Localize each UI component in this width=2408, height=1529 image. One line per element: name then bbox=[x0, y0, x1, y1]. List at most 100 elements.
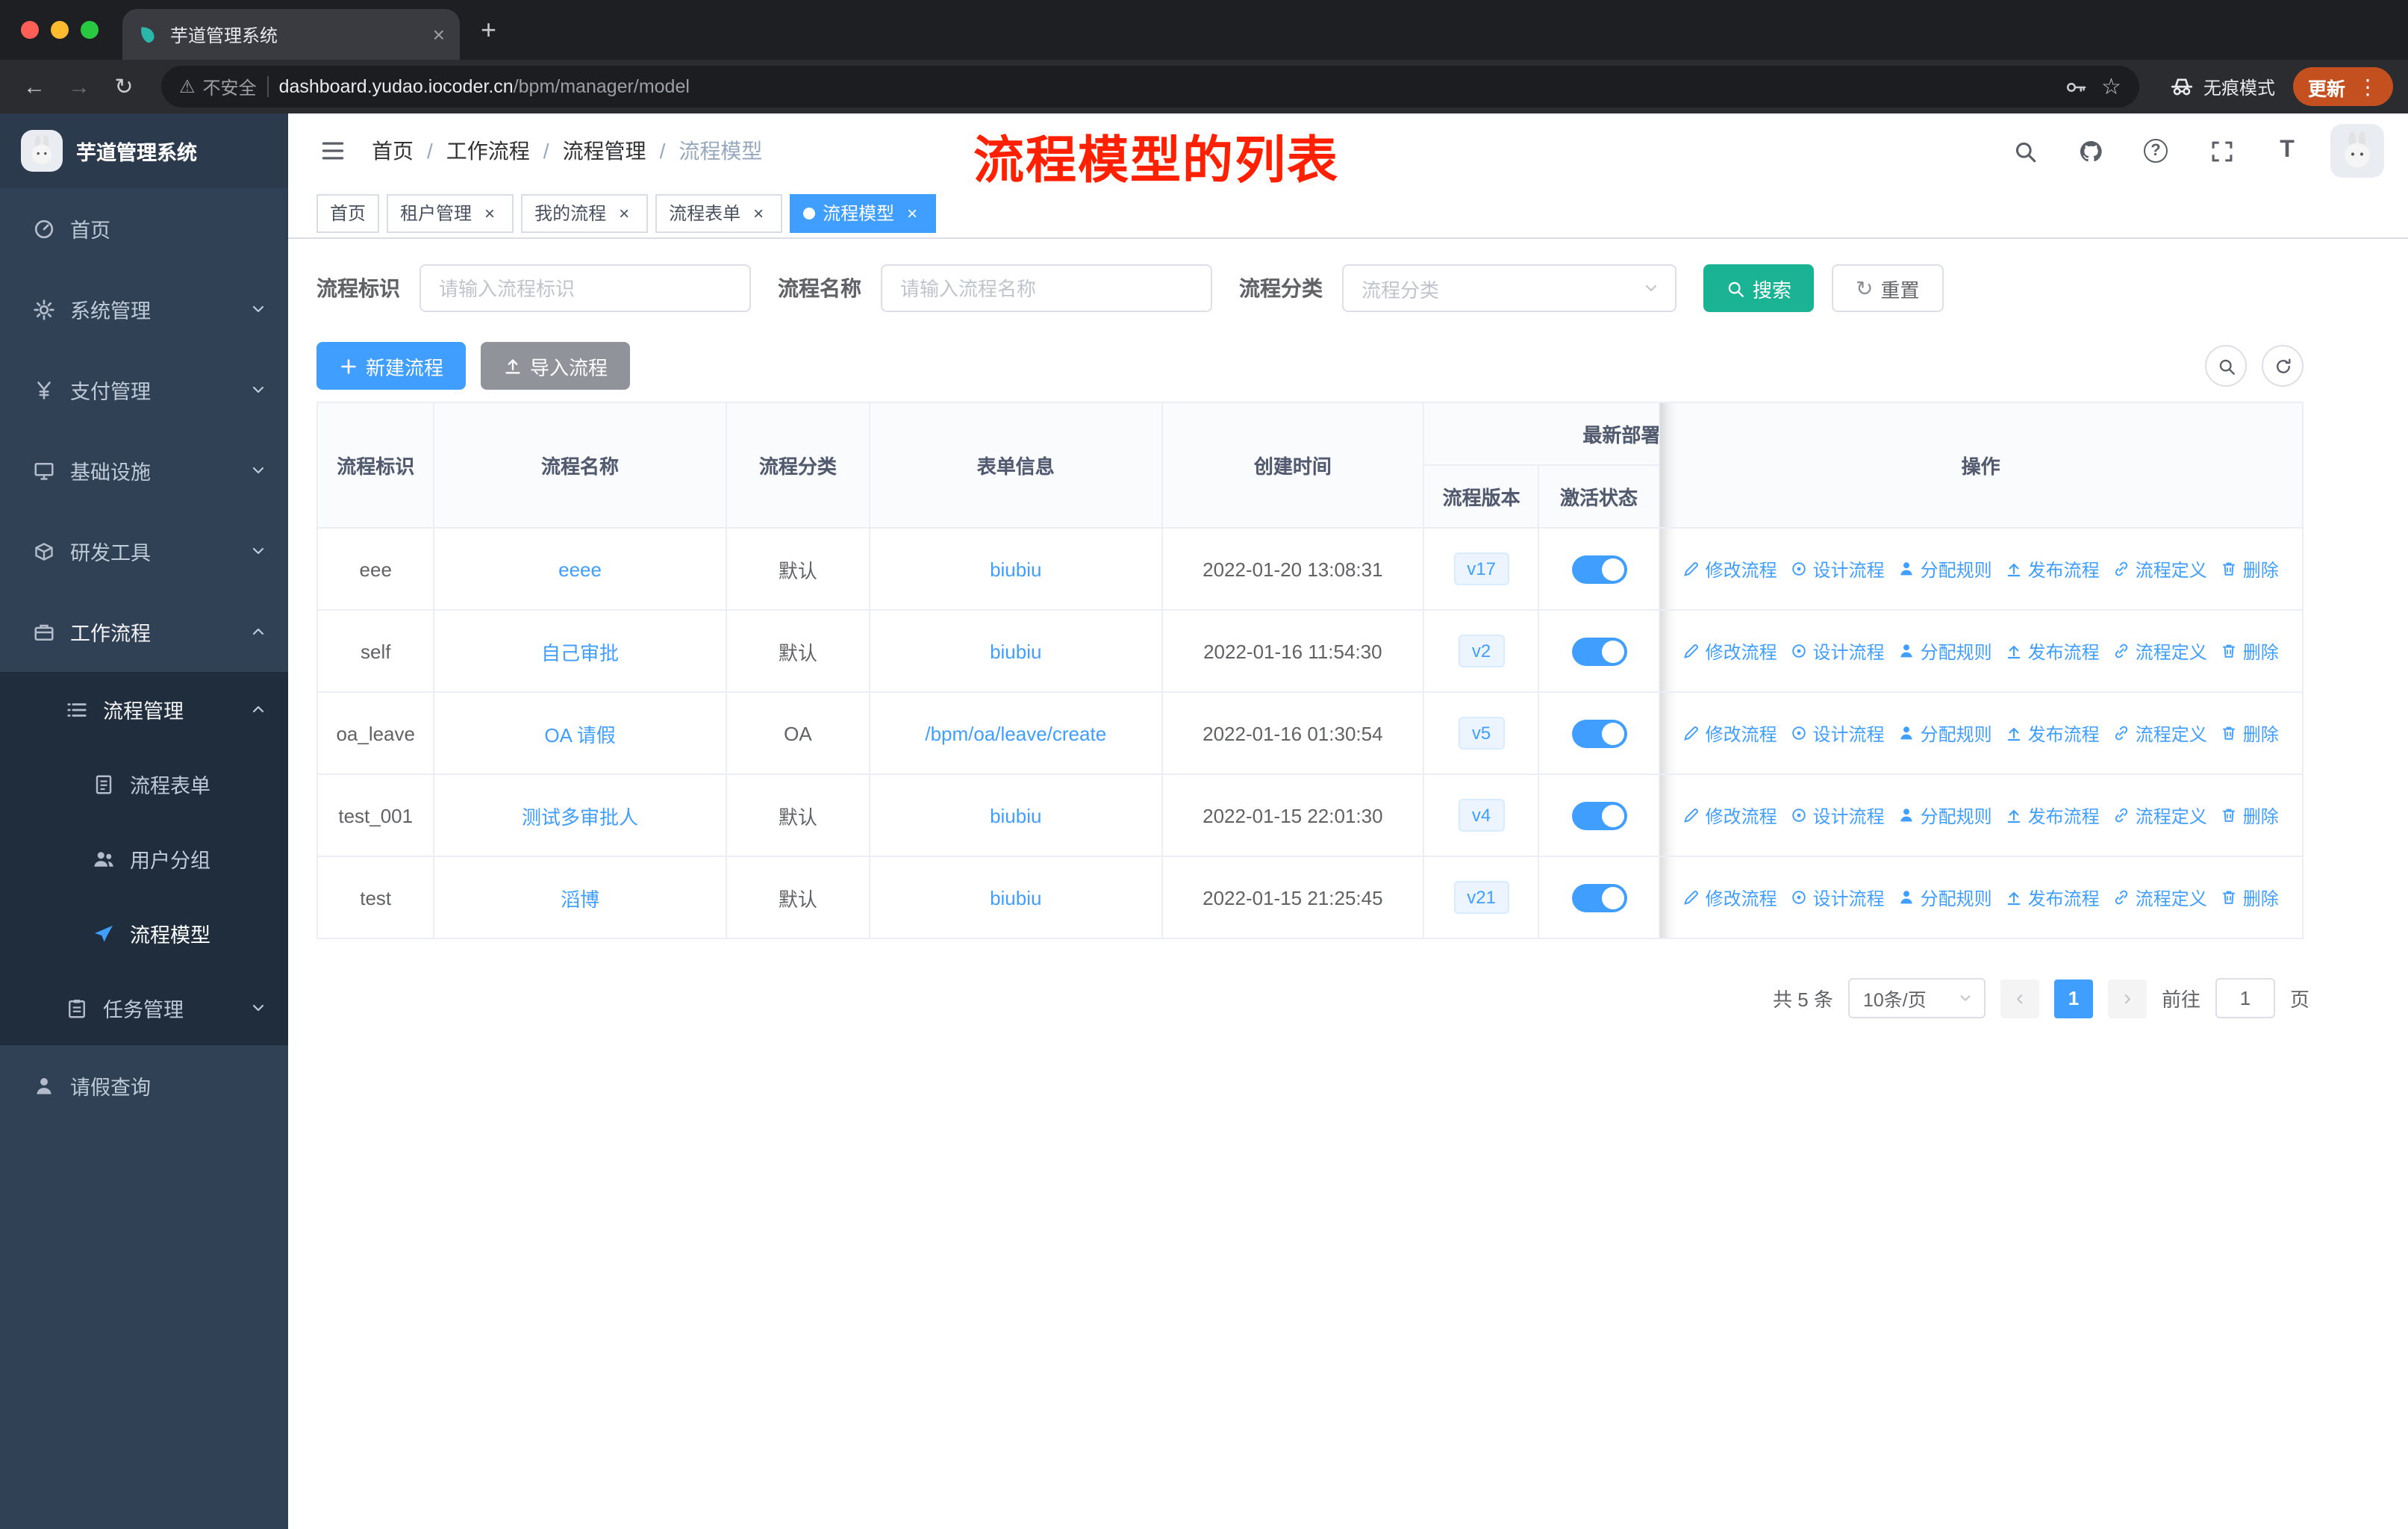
active-toggle[interactable] bbox=[1571, 801, 1627, 829]
sidebar-logo[interactable]: 芋道管理系统 bbox=[0, 113, 288, 188]
process-definition-link[interactable]: 流程定义 bbox=[2113, 803, 2207, 828]
browser-update-button[interactable]: 更新 ⋮ bbox=[2292, 67, 2393, 106]
assign-rule-link[interactable]: 分配规则 bbox=[1898, 885, 1992, 910]
process-definition-link[interactable]: 流程定义 bbox=[2113, 556, 2207, 582]
sidebar-item-home[interactable]: 首页 bbox=[0, 188, 288, 269]
delete-process-link[interactable]: 删除 bbox=[2221, 556, 2279, 582]
bookmark-star-icon[interactable]: ☆ bbox=[2101, 73, 2121, 100]
form-info-link[interactable]: biubiu bbox=[990, 804, 1041, 826]
browser-tab[interactable]: 芋道管理系统 × bbox=[122, 9, 460, 60]
process-definition-link[interactable]: 流程定义 bbox=[2113, 885, 2207, 910]
refresh-table-button[interactable] bbox=[2262, 345, 2303, 387]
window-close-button[interactable] bbox=[21, 21, 39, 39]
address-bar[interactable]: ⚠ 不安全 dashboard.yudao.iocoder.cn/bpm/man… bbox=[161, 66, 2139, 108]
design-process-link[interactable]: 设计流程 bbox=[1791, 638, 1885, 664]
design-process-link[interactable]: 设计流程 bbox=[1791, 720, 1885, 746]
process-name-link[interactable]: OA 请假 bbox=[544, 723, 615, 746]
publish-process-link[interactable]: 发布流程 bbox=[2006, 803, 2100, 828]
user-avatar[interactable] bbox=[2330, 124, 2384, 178]
sidebar-item-process-form[interactable]: 流程表单 bbox=[0, 747, 288, 821]
active-toggle[interactable] bbox=[1571, 883, 1627, 912]
edit-process-link[interactable]: 修改流程 bbox=[1683, 720, 1777, 746]
password-key-icon[interactable] bbox=[2064, 75, 2086, 98]
active-toggle[interactable] bbox=[1571, 555, 1627, 583]
tag-home[interactable]: 首页 bbox=[316, 193, 380, 232]
sidebar-item-leave-query[interactable]: 请假查询 bbox=[0, 1045, 288, 1126]
form-info-link[interactable]: biubiu bbox=[990, 640, 1041, 662]
design-process-link[interactable]: 设计流程 bbox=[1791, 885, 1885, 910]
tag-process-model-active[interactable]: 流程模型 × bbox=[790, 193, 937, 232]
tag-close-icon[interactable]: × bbox=[479, 202, 500, 223]
github-button[interactable] bbox=[2068, 128, 2112, 173]
publish-process-link[interactable]: 发布流程 bbox=[2006, 720, 2100, 746]
process-definition-link[interactable]: 流程定义 bbox=[2113, 720, 2207, 746]
tag-my-process[interactable]: 我的流程 × bbox=[521, 193, 649, 232]
edit-process-link[interactable]: 修改流程 bbox=[1683, 803, 1777, 828]
tab-close-icon[interactable]: × bbox=[433, 24, 445, 45]
help-button[interactable]: ? bbox=[2133, 128, 2178, 173]
sidebar-item-user-group[interactable]: 用户分组 bbox=[0, 821, 288, 896]
process-name-input[interactable] bbox=[881, 264, 1212, 312]
process-name-link[interactable]: 自己审批 bbox=[541, 641, 619, 664]
assign-rule-link[interactable]: 分配规则 bbox=[1898, 803, 1992, 828]
delete-process-link[interactable]: 删除 bbox=[2221, 720, 2279, 746]
tag-close-icon[interactable]: × bbox=[614, 202, 634, 223]
breadcrumb-item[interactable]: 工作流程 bbox=[446, 136, 530, 166]
import-process-button[interactable]: 导入流程 bbox=[481, 342, 631, 390]
tag-close-icon[interactable]: × bbox=[748, 202, 769, 223]
process-id-input[interactable] bbox=[419, 264, 751, 312]
sidebar-item-workflow[interactable]: 工作流程 bbox=[0, 591, 288, 672]
header-search-button[interactable] bbox=[2002, 128, 2047, 173]
goto-page-input[interactable] bbox=[2215, 978, 2275, 1018]
publish-process-link[interactable]: 发布流程 bbox=[2006, 638, 2100, 664]
sidebar-item-system[interactable]: 系统管理 bbox=[0, 269, 288, 349]
delete-process-link[interactable]: 删除 bbox=[2221, 885, 2279, 910]
process-name-link[interactable]: 滔博 bbox=[561, 888, 599, 910]
process-category-select[interactable]: 流程分类 bbox=[1342, 264, 1676, 312]
tag-tenant[interactable]: 租户管理 × bbox=[387, 193, 514, 232]
active-toggle[interactable] bbox=[1571, 719, 1627, 747]
form-info-link[interactable]: /bpm/oa/leave/create bbox=[925, 722, 1106, 744]
assign-rule-link[interactable]: 分配规则 bbox=[1898, 720, 1992, 746]
new-tab-button[interactable]: + bbox=[481, 15, 496, 46]
toggle-search-button[interactable] bbox=[2205, 345, 2247, 387]
page-size-select[interactable]: 10条/页 bbox=[1847, 978, 1986, 1018]
assign-rule-link[interactable]: 分配规则 bbox=[1898, 638, 1992, 664]
create-process-button[interactable]: 新建流程 bbox=[316, 342, 467, 390]
design-process-link[interactable]: 设计流程 bbox=[1791, 556, 1885, 582]
window-minimize-button[interactable] bbox=[51, 21, 69, 39]
browser-menu-icon[interactable]: ⋮ bbox=[2357, 74, 2378, 99]
assign-rule-link[interactable]: 分配规则 bbox=[1898, 556, 1992, 582]
window-zoom-button[interactable] bbox=[81, 21, 99, 39]
sidebar-item-payment[interactable]: 支付管理 bbox=[0, 349, 288, 430]
sidebar-collapse-button[interactable] bbox=[306, 124, 360, 178]
next-page-button[interactable]: › bbox=[2107, 979, 2147, 1018]
sidebar-item-process-model[interactable]: 流程模型 bbox=[0, 896, 288, 971]
prev-page-button[interactable]: ‹ bbox=[2000, 979, 2039, 1018]
process-name-link[interactable]: 测试多审批人 bbox=[522, 806, 638, 828]
sidebar-item-infrastructure[interactable]: 基础设施 bbox=[0, 430, 288, 511]
delete-process-link[interactable]: 删除 bbox=[2221, 803, 2279, 828]
font-size-button[interactable]: T bbox=[2265, 128, 2309, 173]
active-toggle[interactable] bbox=[1571, 637, 1627, 665]
process-definition-link[interactable]: 流程定义 bbox=[2113, 638, 2207, 664]
sidebar-item-devtools[interactable]: 研发工具 bbox=[0, 511, 288, 591]
fullscreen-button[interactable] bbox=[2199, 128, 2244, 173]
page-number-button[interactable]: 1 bbox=[2053, 979, 2093, 1018]
edit-process-link[interactable]: 修改流程 bbox=[1683, 885, 1777, 910]
breadcrumb-item[interactable]: 流程管理 bbox=[563, 136, 646, 166]
tag-close-icon[interactable]: × bbox=[902, 202, 923, 223]
breadcrumb-item[interactable]: 首页 bbox=[372, 136, 414, 166]
form-info-link[interactable]: biubiu bbox=[990, 558, 1041, 580]
sidebar-item-task-management[interactable]: 任务管理 bbox=[0, 971, 288, 1045]
design-process-link[interactable]: 设计流程 bbox=[1791, 803, 1885, 828]
back-button[interactable]: ← bbox=[15, 67, 54, 106]
delete-process-link[interactable]: 删除 bbox=[2221, 638, 2279, 664]
tag-process-form[interactable]: 流程表单 × bbox=[655, 193, 783, 232]
publish-process-link[interactable]: 发布流程 bbox=[2006, 885, 2100, 910]
publish-process-link[interactable]: 发布流程 bbox=[2006, 556, 2100, 582]
reload-button[interactable]: ↻ bbox=[105, 67, 143, 106]
search-button[interactable]: 搜索 bbox=[1703, 264, 1815, 312]
form-info-link[interactable]: biubiu bbox=[990, 886, 1041, 909]
sidebar-item-process-management[interactable]: 流程管理 bbox=[0, 672, 288, 747]
